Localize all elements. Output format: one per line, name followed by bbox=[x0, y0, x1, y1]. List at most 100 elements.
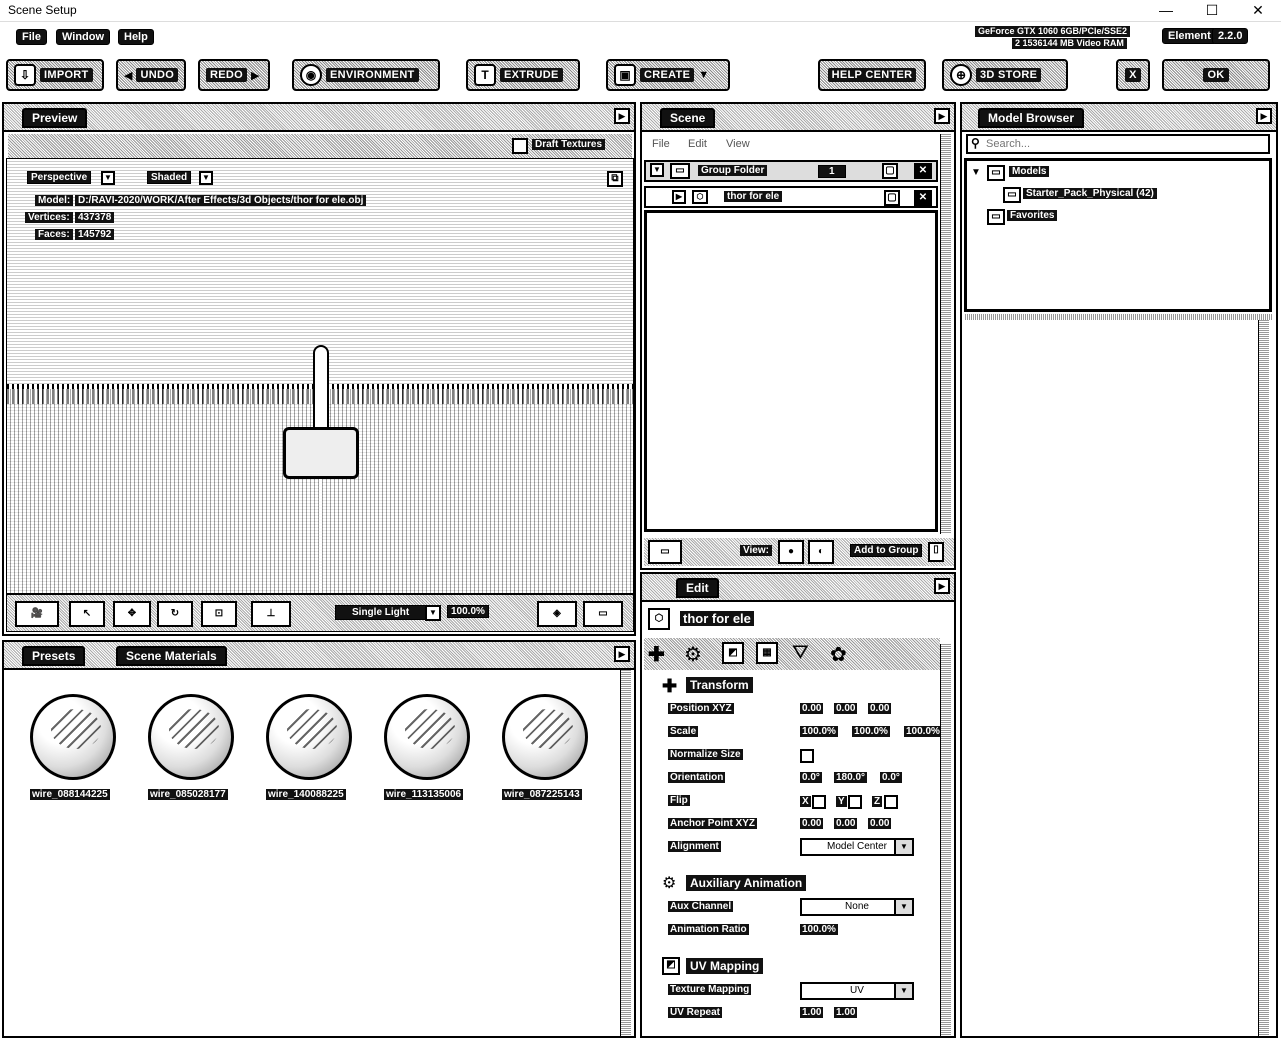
scale-icon[interactable]: ⊡ bbox=[201, 601, 237, 627]
splitter-handle[interactable] bbox=[964, 314, 1272, 320]
trash-icon[interactable]: ▯ bbox=[928, 542, 944, 562]
redo-button[interactable]: REDO ▶ bbox=[198, 59, 270, 91]
auxiliary-animation-heading[interactable]: Auxiliary Animation bbox=[686, 875, 807, 891]
scale-z[interactable]: 100.0% bbox=[904, 726, 940, 737]
maximize-button[interactable]: ☐ bbox=[1189, 0, 1235, 22]
collapse-arrow-icon[interactable]: ▼ bbox=[971, 167, 981, 178]
3d-viewport[interactable]: Perspective ▼ Shaded ▼ ⧉ Model: D:/RAVI-… bbox=[6, 158, 634, 594]
tree-starter-pack[interactable]: Starter_Pack_Physical (42) bbox=[1023, 188, 1157, 199]
delete-icon[interactable]: ✕ bbox=[914, 190, 932, 206]
light-intensity[interactable]: 100.0% bbox=[447, 605, 489, 618]
select-arrow-icon[interactable]: ↖ bbox=[69, 601, 105, 627]
lock-icon[interactable]: ▢ bbox=[882, 163, 898, 179]
tab-scene[interactable]: Scene bbox=[660, 108, 716, 128]
view-sphere-icon[interactable]: ● bbox=[778, 540, 804, 564]
menu-file[interactable]: File bbox=[16, 29, 47, 45]
menu-help[interactable]: Help bbox=[118, 29, 154, 45]
material-tab-icon[interactable]: ▦ bbox=[756, 642, 778, 664]
gears-tab-icon[interactable]: ⚙ bbox=[684, 642, 702, 667]
scene-object-list[interactable] bbox=[644, 210, 938, 532]
material-sphere[interactable] bbox=[30, 694, 116, 780]
ok-button[interactable]: OK bbox=[1162, 59, 1270, 91]
uv-mapping-heading[interactable]: UV Mapping bbox=[686, 958, 764, 974]
undo-button[interactable]: ◀ UNDO bbox=[116, 59, 186, 91]
alignment-dropdown[interactable]: Model Center ▼ bbox=[800, 838, 914, 856]
scene-menu-edit[interactable]: Edit bbox=[688, 138, 707, 150]
panel-menu-arrow-icon[interactable]: ▶ bbox=[1256, 108, 1272, 124]
scale-y[interactable]: 100.0% bbox=[852, 726, 890, 737]
light-dropdown[interactable]: Single Light bbox=[335, 605, 427, 620]
material-sphere[interactable] bbox=[502, 694, 588, 780]
maximize-viewport-icon[interactable]: ⧉ bbox=[607, 171, 623, 187]
tab-presets[interactable]: Presets bbox=[22, 646, 86, 666]
tab-preview[interactable]: Preview bbox=[22, 108, 88, 128]
flip-x-checkbox[interactable] bbox=[812, 795, 826, 809]
uv-repeat-v[interactable]: 1.00 bbox=[834, 1007, 858, 1018]
material-sphere[interactable] bbox=[148, 694, 234, 780]
orbit-icon[interactable]: ◈ bbox=[537, 601, 577, 627]
transform-heading[interactable]: Transform bbox=[686, 677, 753, 693]
model-search-input[interactable] bbox=[986, 136, 1256, 151]
panel-menu-arrow-icon[interactable]: ▶ bbox=[614, 646, 630, 662]
3d-store-button[interactable]: ⊕ 3D STORE bbox=[942, 59, 1068, 91]
chevron-down-icon[interactable]: ▼ bbox=[101, 171, 115, 185]
tab-model-browser[interactable]: Model Browser bbox=[978, 108, 1085, 128]
position-x[interactable]: 0.00 bbox=[800, 703, 824, 714]
scale-x[interactable]: 100.0% bbox=[800, 726, 838, 737]
extrude-button[interactable]: T EXTRUDE bbox=[466, 59, 580, 91]
tree-models[interactable]: Models bbox=[1009, 166, 1050, 177]
settings-tab-icon[interactable]: ✿ bbox=[830, 642, 847, 667]
menu-window[interactable]: Window bbox=[56, 29, 111, 45]
chevron-down-icon[interactable]: ▼ bbox=[425, 605, 441, 621]
material-sphere[interactable] bbox=[384, 694, 470, 780]
position-z[interactable]: 0.00 bbox=[868, 703, 892, 714]
scene-scrollbar[interactable] bbox=[940, 134, 951, 534]
help-center-button[interactable]: HELP CENTER bbox=[818, 59, 926, 91]
group-count[interactable]: 1 bbox=[818, 165, 846, 178]
presets-scrollbar[interactable] bbox=[620, 670, 631, 1036]
expand-arrow-icon[interactable]: ▶ bbox=[672, 190, 686, 204]
orientation-z[interactable]: 0.0° bbox=[880, 772, 902, 783]
move-icon[interactable]: ✥ bbox=[113, 601, 151, 627]
normalize-size-checkbox[interactable] bbox=[800, 749, 814, 763]
chevron-down-icon[interactable]: ▼ bbox=[199, 171, 213, 185]
group-folder-row[interactable]: ▼ ▭ Group Folder 1 ▢ ✕ bbox=[644, 160, 938, 182]
minimize-button[interactable]: — bbox=[1143, 0, 1189, 22]
view-paint-icon[interactable]: ◐ bbox=[808, 540, 834, 564]
model-browser-scrollbar[interactable] bbox=[1258, 318, 1269, 1036]
edit-scrollbar[interactable] bbox=[940, 644, 951, 1036]
orientation-x[interactable]: 0.0° bbox=[800, 772, 822, 783]
position-y[interactable]: 0.00 bbox=[834, 703, 858, 714]
cancel-button[interactable]: X bbox=[1116, 59, 1150, 91]
panel-menu-arrow-icon[interactable]: ▶ bbox=[934, 578, 950, 594]
animation-ratio-value[interactable]: 100.0% bbox=[800, 924, 838, 935]
perspective-dropdown[interactable]: Perspective bbox=[27, 171, 92, 184]
draft-textures-checkbox[interactable] bbox=[512, 138, 528, 154]
tree-favorites[interactable]: Favorites bbox=[1007, 210, 1058, 221]
scene-menu-view[interactable]: View bbox=[726, 138, 750, 150]
model-search-box[interactable]: ⚲ bbox=[966, 134, 1270, 154]
uv-tab-icon[interactable]: ◩ bbox=[722, 642, 744, 664]
texture-mapping-dropdown[interactable]: UV ▼ bbox=[800, 982, 914, 1000]
anchor-z[interactable]: 0.00 bbox=[868, 818, 892, 829]
scene-menu-file[interactable]: File bbox=[652, 138, 670, 150]
environment-button[interactable]: ◉ ENVIRONMENT bbox=[292, 59, 440, 91]
flip-z-checkbox[interactable] bbox=[884, 795, 898, 809]
new-folder-icon[interactable]: ▭ bbox=[648, 540, 682, 564]
tab-edit[interactable]: Edit bbox=[676, 578, 719, 598]
rotate-icon[interactable]: ↻ bbox=[157, 601, 193, 627]
collapse-arrow-icon[interactable]: ▼ bbox=[650, 163, 664, 177]
render-icon[interactable]: ▭ bbox=[583, 601, 623, 627]
transform-tab-icon[interactable]: ✚ bbox=[648, 642, 665, 667]
lock-icon[interactable]: ▢ bbox=[884, 190, 900, 206]
uv-repeat-u[interactable]: 1.00 bbox=[800, 1007, 824, 1018]
close-window-button[interactable]: ✕ bbox=[1235, 0, 1281, 22]
tab-scene-materials[interactable]: Scene Materials bbox=[116, 646, 227, 666]
import-button[interactable]: ⇩ IMPORT bbox=[6, 59, 104, 91]
shading-dropdown[interactable]: Shaded bbox=[147, 171, 192, 184]
material-sphere[interactable] bbox=[266, 694, 352, 780]
delete-icon[interactable]: ✕ bbox=[914, 163, 932, 179]
add-to-group-button[interactable]: Add to Group bbox=[850, 544, 923, 557]
create-button[interactable]: ▣ CREATE ▼ bbox=[606, 59, 730, 91]
aux-channel-dropdown[interactable]: None ▼ bbox=[800, 898, 914, 916]
